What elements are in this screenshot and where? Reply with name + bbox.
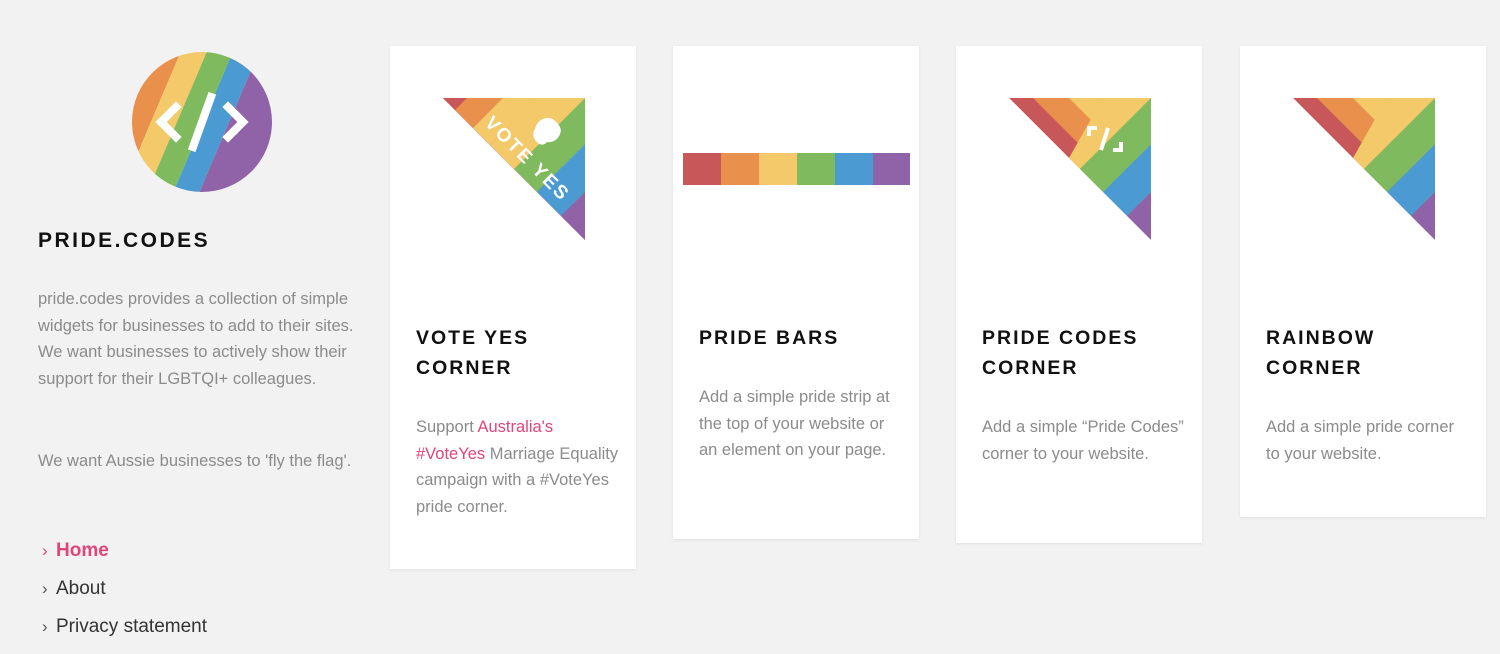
australia-link[interactable]: Australia's: [477, 418, 553, 436]
nav-item-label: Home: [56, 540, 109, 561]
card-title-line: CORNER: [1266, 357, 1363, 379]
site-tagline: We want Aussie businesses to 'fly the fl…: [38, 452, 352, 470]
nav-item-about[interactable]: › About: [42, 570, 207, 608]
nav-item-label: Privacy statement: [56, 616, 207, 637]
card-title: PRIDE CODES CORNER: [982, 323, 1138, 383]
card-title: VOTE YES CORNER: [416, 323, 529, 383]
card-title-line: CORNER: [416, 357, 513, 379]
card-pride-bars[interactable]: PRIDE BARS Add a simple pride strip at t…: [673, 46, 919, 539]
pride-bars-graphic: [683, 153, 910, 185]
card-description: Add a simple “Pride Codes” corner to you…: [982, 418, 1184, 463]
nav-item-label: About: [56, 578, 106, 599]
card-description: Add a simple pride corner to your websit…: [1266, 418, 1455, 463]
nav-item-privacy[interactable]: › Privacy statement: [42, 608, 207, 646]
card-pride-codes-corner[interactable]: PRIDE CODES CORNER Add a simple “Pride C…: [956, 46, 1202, 543]
card-vote-yes-corner[interactable]: VOTE YES VOTE YES CORNER Support Austral…: [390, 46, 636, 569]
desc-text: Support: [416, 418, 478, 436]
nav-item-home[interactable]: › Home: [42, 532, 207, 570]
card-description: Support Australia's #VoteYes Marriage Equ…: [416, 414, 621, 520]
code-brackets-icon[interactable]: [132, 52, 272, 192]
card-title-line: CORNER: [982, 357, 1079, 379]
chevron-right-icon: ›: [42, 579, 48, 598]
card-rainbow-corner[interactable]: RAINBOW CORNER Add a simple pride corner…: [1240, 46, 1486, 517]
card-title-line: PRIDE BARS: [699, 327, 840, 349]
pride-codes-corner-graphic: [1009, 98, 1151, 240]
site-description: pride.codes provides a collection of sim…: [38, 290, 354, 388]
rainbow-corner-graphic: [1293, 98, 1435, 240]
sidebar: PRIDE.CODES pride.codes provides a colle…: [0, 0, 370, 654]
vote-yes-corner-graphic: VOTE YES: [443, 98, 585, 240]
card-title-line: VOTE YES: [416, 327, 530, 349]
site-title: PRIDE.CODES: [38, 229, 211, 252]
card-title: PRIDE BARS: [699, 323, 839, 353]
sidebar-nav: › Home › About › Privacy statement: [42, 532, 207, 646]
card-title-line: PRIDE CODES: [982, 327, 1139, 349]
chevron-right-icon: ›: [42, 617, 48, 636]
card-description: Add a simple pride strip at the top of y…: [699, 388, 890, 459]
voteyes-link[interactable]: #VoteYes: [416, 445, 485, 463]
card-title: RAINBOW CORNER: [1266, 323, 1375, 383]
card-title-line: RAINBOW: [1266, 327, 1376, 349]
chevron-right-icon: ›: [42, 541, 48, 560]
